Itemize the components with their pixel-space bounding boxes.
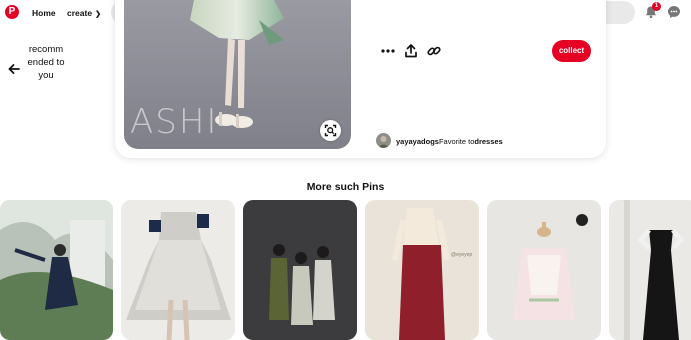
- chevron-down-icon: ❯: [95, 11, 101, 18]
- pin-tile[interactable]: [609, 200, 691, 340]
- pinterest-logo-icon[interactable]: P: [5, 5, 19, 19]
- image-caption-text: ASHI: [130, 102, 219, 142]
- lens-scan-icon: [324, 124, 337, 137]
- pin-tile[interactable]: [0, 200, 113, 340]
- saved-attribution: yayayadogsFavorite todresses: [396, 137, 503, 146]
- collect-button[interactable]: collect: [552, 40, 591, 62]
- saver-username-link[interactable]: yayayadogs: [396, 137, 439, 146]
- visual-search-button[interactable]: [320, 120, 341, 141]
- home-nav-button[interactable]: Home: [24, 3, 64, 23]
- more-pins-heading: More such Pins: [306, 181, 385, 193]
- back-arrow-icon[interactable]: [7, 62, 21, 76]
- board-name-link[interactable]: dresses: [474, 137, 502, 146]
- copy-link-icon[interactable]: [426, 43, 442, 59]
- saved-text: Favorite to: [438, 137, 475, 146]
- pin-tile[interactable]: [243, 200, 357, 340]
- notification-count-badge: 1: [652, 2, 661, 11]
- more-options-icon[interactable]: [380, 43, 396, 59]
- pin-tile[interactable]: @eyeyep: [365, 200, 479, 340]
- pin-tile[interactable]: [121, 200, 235, 340]
- create-nav-button[interactable]: create ❯: [67, 3, 101, 23]
- watermark-text: @eyeyep: [451, 252, 473, 258]
- pin-tile[interactable]: [487, 200, 601, 340]
- messages-icon[interactable]: [667, 5, 681, 19]
- share-icon[interactable]: [403, 43, 419, 59]
- create-label: create: [67, 8, 93, 18]
- recommended-to-you-link[interactable]: recommended to you: [27, 43, 65, 82]
- user-avatar[interactable]: [376, 133, 391, 148]
